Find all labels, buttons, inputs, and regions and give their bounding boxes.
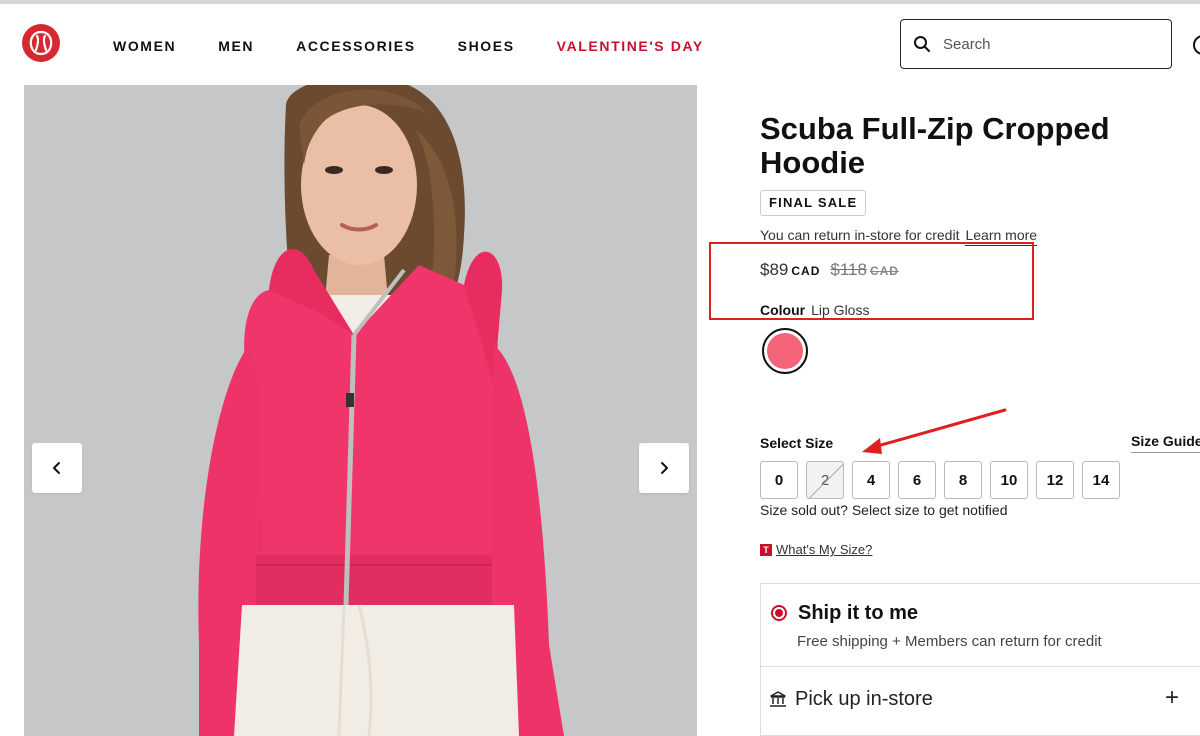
search-box[interactable] [900,19,1172,69]
size-option-6[interactable]: 6 [898,461,936,499]
size-option-8[interactable]: 8 [944,461,982,499]
nav-shoes[interactable]: SHOES [458,38,515,54]
size-option-4[interactable]: 4 [852,461,890,499]
pickup-label: Pick up in-store [795,688,933,710]
return-policy: You can return in-store for credit Learn … [760,227,1038,246]
annotation-highlight-box [709,242,1034,320]
logo-mark-icon [29,30,53,56]
ship-radio-selected[interactable] [771,605,787,621]
nav-valentines-day[interactable]: VALENTINE'S DAY [557,38,704,54]
chevron-left-icon [53,462,60,474]
size-option-12[interactable]: 12 [1036,461,1074,499]
search-icon [914,36,930,52]
brand-logo[interactable] [22,24,60,62]
nav-women[interactable]: WOMEN [113,38,176,54]
size-option-0[interactable]: 0 [760,461,798,499]
size-option-14[interactable]: 14 [1082,461,1120,499]
chevron-right-icon [661,462,668,474]
return-policy-text: You can return in-store for credit [760,227,960,243]
ship-it-option[interactable]: Ship it to me Free shipping + Members ca… [761,584,1200,667]
final-sale-badge: FINAL SALE [760,190,867,216]
product-photo [24,85,697,736]
size-guide-link[interactable]: Size Guide [1131,433,1200,453]
select-size-label: Select Size [760,435,834,451]
size-selector: 0 2 4 6 8 10 12 14 [760,461,1120,499]
colour-swatch-lip-gloss[interactable] [762,328,808,374]
sold-out-note: Size sold out? Select size to get notifi… [760,502,1008,518]
swatch-fill [767,333,803,369]
ship-title: Ship it to me [798,602,918,624]
prev-image-button[interactable] [32,443,82,493]
radio-dot [775,609,783,617]
account-icon[interactable] [1192,34,1200,56]
search-input[interactable] [941,34,1145,54]
annotation-arrow-icon [862,408,1007,454]
product-image-gallery [24,85,697,736]
size-option-10[interactable]: 10 [990,461,1028,499]
next-image-button[interactable] [639,443,689,493]
product-title: Scuba Full-Zip Cropped Hoodie [760,111,1110,180]
pickup-option[interactable]: Pick up in-store + [761,666,1200,736]
site-header: WOMEN MEN ACCESSORIES SHOES VALENTINE'S … [0,4,1200,86]
size-tool-badge-icon: T [760,543,772,556]
main-nav: WOMEN MEN ACCESSORIES SHOES VALENTINE'S … [113,38,704,54]
whats-my-size: T What's My Size? [760,542,872,557]
nav-men[interactable]: MEN [218,38,254,54]
expand-plus-icon[interactable]: + [1165,684,1179,712]
whats-my-size-link[interactable]: What's My Size? [776,542,872,557]
nav-accessories[interactable]: ACCESSORIES [296,38,416,54]
ship-subtitle: Free shipping + Members can return for c… [797,633,1102,650]
fulfilment-options: Ship it to me Free shipping + Members ca… [760,583,1200,736]
store-icon [770,691,786,707]
size-option-2-sold-out[interactable]: 2 [806,461,844,499]
